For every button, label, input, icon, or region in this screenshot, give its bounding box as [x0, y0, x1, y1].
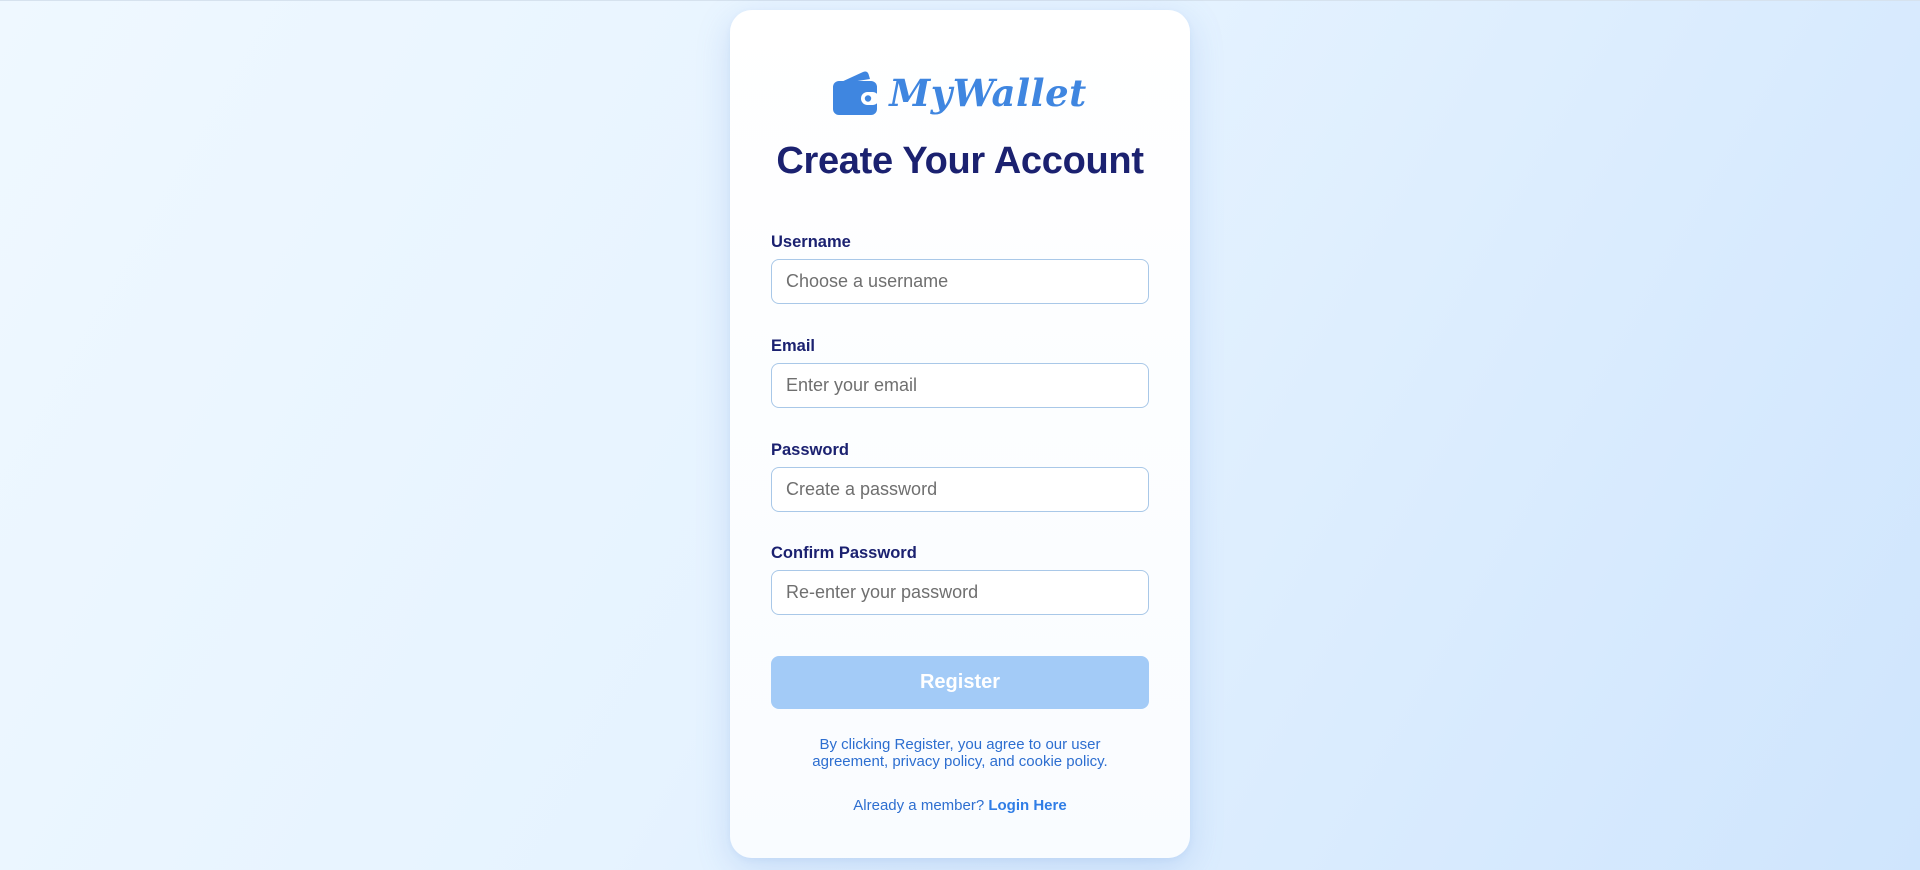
- agreement-text: By clicking Register, you agree to our u…: [812, 736, 1108, 770]
- username-input[interactable]: [771, 259, 1149, 304]
- brand-name: MyWallet: [889, 71, 1087, 115]
- username-field: Username: [771, 232, 1149, 304]
- email-label: Email: [771, 337, 816, 355]
- brand-logo: MyWallet: [730, 60, 1190, 126]
- password-label: Password: [771, 441, 849, 459]
- username-label: Username: [771, 233, 851, 251]
- register-card: MyWallet Create Your Account Username Em…: [730, 10, 1190, 858]
- email-field: Email: [771, 336, 1149, 408]
- confirm-password-input[interactable]: [771, 570, 1149, 615]
- email-input[interactable]: [771, 363, 1149, 408]
- login-link[interactable]: Login Here: [988, 797, 1066, 814]
- page-title: Create Your Account: [776, 140, 1144, 182]
- password-input[interactable]: [771, 467, 1149, 512]
- confirm-password-label: Confirm Password: [771, 544, 917, 562]
- login-prompt-text: Already a member?: [853, 797, 985, 814]
- confirm-password-field: Confirm Password: [771, 543, 1149, 615]
- wallet-icon: [833, 71, 880, 115]
- password-field: Password: [771, 440, 1149, 512]
- register-button[interactable]: Register: [771, 656, 1149, 709]
- top-border-line: [0, 0, 1920, 1]
- login-prompt-line: Already a member? Login Here: [730, 797, 1190, 814]
